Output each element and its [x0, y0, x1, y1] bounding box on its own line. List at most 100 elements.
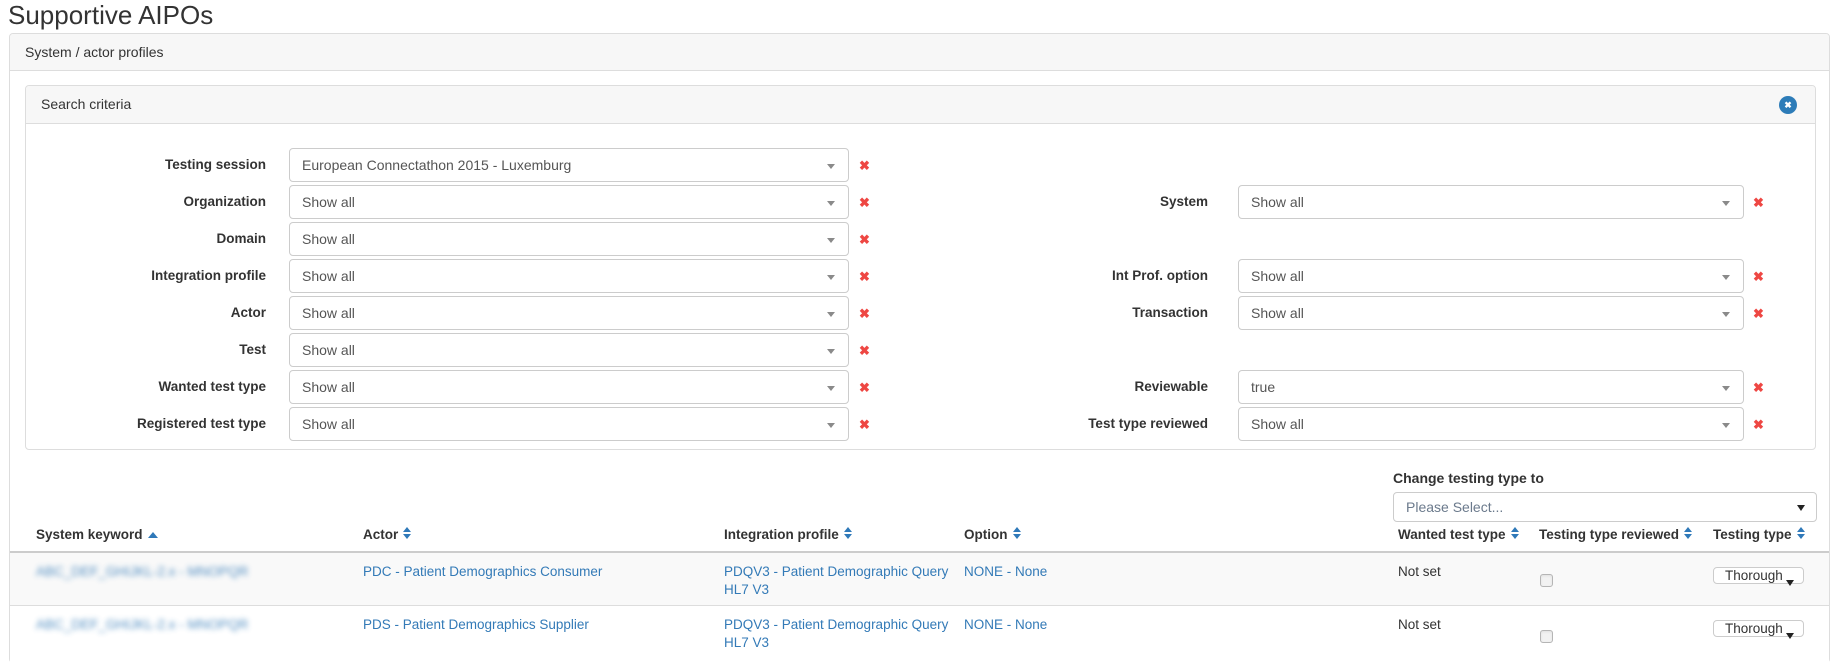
- organization-select[interactable]: Show all: [289, 185, 849, 219]
- system-keyword-link-redacted[interactable]: ABC_DEF_GHIJKL-2.x - MNOPQR: [36, 563, 336, 581]
- reviewable-select[interactable]: true: [1238, 370, 1744, 404]
- table-header-row: System keyword Actor Integration profile…: [10, 519, 1829, 553]
- col-header-label: Integration profile: [724, 527, 839, 542]
- col-header-wanted-test-type[interactable]: Wanted test type: [1398, 527, 1520, 542]
- wanted-test-type-select[interactable]: Show all: [289, 370, 849, 404]
- wanted-test-type-value: Not set: [1398, 563, 1518, 581]
- actor-link[interactable]: PDS - Patient Demographics Supplier: [363, 616, 653, 634]
- chevron-down-icon: [1722, 386, 1730, 391]
- chevron-down-icon: [1722, 201, 1730, 206]
- clear-filter-icon[interactable]: [859, 305, 875, 321]
- clear-filter-icon[interactable]: [1753, 194, 1769, 210]
- chevron-down-icon: [827, 349, 835, 354]
- clear-filter-icon[interactable]: [859, 342, 875, 358]
- clear-filter-icon[interactable]: [1753, 416, 1769, 432]
- select-value: Show all: [1251, 305, 1304, 321]
- panel-header: System / actor profiles: [10, 34, 1829, 71]
- option-link[interactable]: NONE - None: [964, 616, 1164, 634]
- table-row: ABC_DEF_GHIJKL-2.x - MNOPQR PDC - Patien…: [10, 553, 1829, 606]
- clear-filter-icon[interactable]: [859, 231, 875, 247]
- field-label: Test: [26, 333, 266, 367]
- testing-type-reviewed-checkbox[interactable]: [1540, 574, 1553, 587]
- testing-type-reviewed-checkbox[interactable]: [1540, 630, 1553, 643]
- clear-filter-icon[interactable]: [1753, 305, 1769, 321]
- clear-filter-icon[interactable]: [859, 379, 875, 395]
- chevron-down-icon: [1722, 275, 1730, 280]
- select-value: Show all: [1251, 268, 1304, 284]
- sort-icon: [403, 527, 412, 540]
- actor-select[interactable]: Show all: [289, 296, 849, 330]
- field-label: System: [968, 185, 1208, 219]
- sort-icon: [1013, 527, 1022, 540]
- field-label: Reviewable: [968, 370, 1208, 404]
- chevron-down-icon: [827, 312, 835, 317]
- domain-select[interactable]: Show all: [289, 222, 849, 256]
- select-value: Please Select...: [1406, 499, 1503, 515]
- actor-link[interactable]: PDC - Patient Demographics Consumer: [363, 563, 653, 581]
- field-label: Int Prof. option: [968, 259, 1208, 293]
- col-header-integration-profile[interactable]: Integration profile: [724, 527, 853, 542]
- chevron-down-icon: [1722, 312, 1730, 317]
- chevron-down-icon: [1722, 423, 1730, 428]
- option-link[interactable]: NONE - None: [964, 563, 1164, 581]
- field-label: Test type reviewed: [968, 407, 1208, 441]
- chevron-down-icon: [827, 201, 835, 206]
- clear-filter-icon[interactable]: [1753, 379, 1769, 395]
- test-select[interactable]: Show all: [289, 333, 849, 367]
- field-label: Domain: [26, 222, 266, 256]
- col-header-testing-type[interactable]: Testing type: [1713, 527, 1806, 542]
- sort-icon: [1684, 527, 1693, 540]
- redacted-text: ABC_DEF_GHIJKL-2.x - MNOPQR: [36, 617, 248, 632]
- close-circle-icon[interactable]: [1779, 96, 1797, 114]
- registered-test-type-select[interactable]: Show all: [289, 407, 849, 441]
- int-prof-option-select[interactable]: Show all: [1238, 259, 1744, 293]
- search-criteria-panel: Search criteria Testing session European…: [25, 85, 1816, 450]
- col-header-testing-type-reviewed[interactable]: Testing type reviewed: [1539, 527, 1693, 542]
- integration-profile-link[interactable]: PDQV3 - Patient Demographic Query HL7 V3: [724, 616, 954, 652]
- field-label: Wanted test type: [26, 370, 266, 404]
- field-label: Registered test type: [26, 407, 266, 441]
- wanted-test-type-value: Not set: [1398, 616, 1518, 634]
- testing-type-select[interactable]: Thorough: [1713, 567, 1804, 584]
- field-label: Actor: [26, 296, 266, 330]
- select-value: Show all: [302, 379, 355, 395]
- chevron-down-icon: [827, 275, 835, 280]
- sort-icon: [844, 527, 853, 540]
- sort-asc-icon: [148, 532, 158, 538]
- col-header-label: Actor: [363, 527, 398, 542]
- testing-type-select[interactable]: Thorough: [1713, 620, 1804, 637]
- field-label: Integration profile: [26, 259, 266, 293]
- system-select[interactable]: Show all: [1238, 185, 1744, 219]
- clear-filter-icon[interactable]: [1753, 268, 1769, 284]
- select-value: Show all: [302, 416, 355, 432]
- col-header-option[interactable]: Option: [964, 527, 1022, 542]
- integration-profile-select[interactable]: Show all: [289, 259, 849, 293]
- redacted-text: ABC_DEF_GHIJKL-2.x - MNOPQR: [36, 564, 248, 579]
- integration-profile-link[interactable]: PDQV3 - Patient Demographic Query HL7 V3: [724, 563, 954, 599]
- clear-filter-icon[interactable]: [859, 268, 875, 284]
- chevron-down-icon: [827, 238, 835, 243]
- clear-filter-icon[interactable]: [859, 194, 875, 210]
- clear-filter-icon[interactable]: [859, 416, 875, 432]
- chevron-down-icon: [827, 423, 835, 428]
- system-keyword-link-redacted[interactable]: ABC_DEF_GHIJKL-2.x - MNOPQR: [36, 616, 336, 634]
- field-label: Organization: [26, 185, 266, 219]
- clear-filter-icon[interactable]: [859, 157, 875, 173]
- change-testing-type-select[interactable]: Please Select...: [1393, 492, 1817, 522]
- test-type-reviewed-select[interactable]: Show all: [1238, 407, 1744, 441]
- caret-down-icon: [1786, 580, 1794, 584]
- sort-icon: [1511, 527, 1520, 540]
- panel-title: System / actor profiles: [25, 44, 164, 60]
- page: Supportive AIPOs System / actor profiles…: [0, 0, 1836, 663]
- table-row: ABC_DEF_GHIJKL-2.x - MNOPQR PDS - Patien…: [10, 606, 1829, 663]
- select-value: Show all: [302, 305, 355, 321]
- change-testing-type-label: Change testing type to: [1393, 470, 1544, 486]
- col-header-actor[interactable]: Actor: [363, 527, 412, 542]
- sort-icon: [1797, 527, 1806, 540]
- transaction-select[interactable]: Show all: [1238, 296, 1744, 330]
- select-value: European Connectathon 2015 - Luxemburg: [302, 157, 571, 173]
- select-value: Show all: [1251, 194, 1304, 210]
- col-header-system-keyword[interactable]: System keyword: [36, 527, 158, 542]
- testing-session-select[interactable]: European Connectathon 2015 - Luxemburg: [289, 148, 849, 182]
- field-label: Testing session: [26, 148, 266, 182]
